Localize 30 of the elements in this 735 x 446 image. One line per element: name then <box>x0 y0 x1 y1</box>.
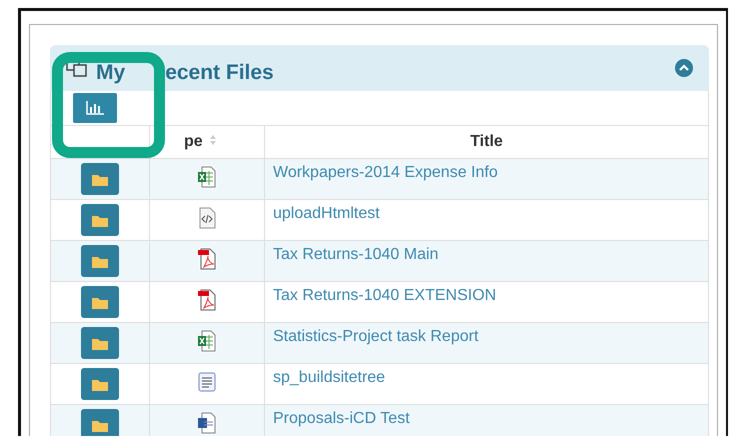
folder-icon <box>92 254 108 268</box>
pdf-file-icon <box>198 248 216 270</box>
collapse-toggle[interactable] <box>675 59 693 77</box>
title-column-header: Title <box>264 126 708 158</box>
sort-icon <box>208 134 217 146</box>
spreadsheet-file-icon <box>198 166 216 188</box>
open-folder-button[interactable] <box>81 286 119 318</box>
open-folder-button[interactable] <box>81 245 119 277</box>
code-file-icon <box>198 206 216 228</box>
folder-icon <box>92 336 108 350</box>
panel-title: My <box>96 61 126 85</box>
document-lines-icon <box>198 372 216 392</box>
open-folder-button[interactable] <box>81 409 119 436</box>
open-folder-button[interactable] <box>81 204 119 236</box>
word-file-icon <box>198 412 216 434</box>
folder-icon <box>92 214 108 226</box>
folder-icon <box>92 378 108 390</box>
panel-title: ecent Files <box>165 61 274 85</box>
open-folder-button[interactable] <box>81 327 119 359</box>
folder-icon <box>92 172 108 186</box>
open-folder-button[interactable] <box>81 368 119 400</box>
pdf-file-icon <box>198 288 216 310</box>
open-folder-button[interactable] <box>81 163 119 195</box>
bar-chart-icon <box>86 101 104 115</box>
spreadsheet-file-icon <box>198 330 216 352</box>
folder-icon <box>92 296 108 308</box>
chart-button[interactable] <box>73 93 117 123</box>
chevron-up-icon <box>679 64 689 72</box>
folder-icon <box>92 418 108 432</box>
type-column-header[interactable]: pe <box>150 126 264 158</box>
